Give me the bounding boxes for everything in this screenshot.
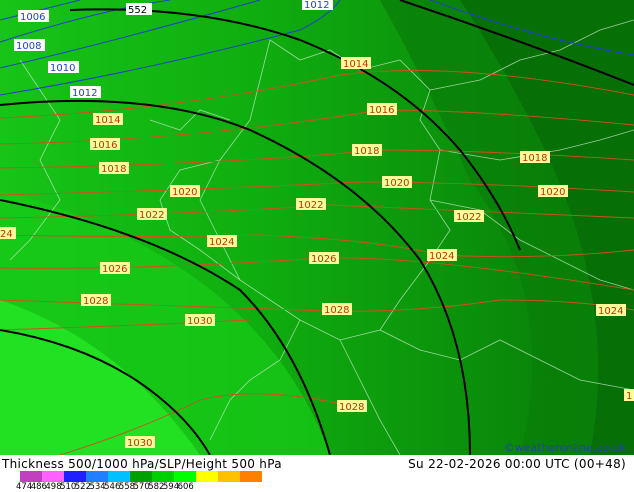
isobar-label: 1016: [367, 103, 397, 116]
svg-text:1026: 1026: [311, 254, 336, 265]
isobar-label: 1024: [207, 235, 237, 248]
colorbar-swatch: [218, 471, 240, 482]
colorbar-tick: 486: [30, 482, 47, 492]
isobar-label: 1008: [14, 39, 45, 52]
isobar-label: 1022: [137, 208, 167, 221]
colorbar-swatch: [196, 471, 218, 482]
svg-text:1022: 1022: [298, 200, 323, 211]
isobar-label: 1026: [100, 262, 130, 275]
svg-text:1016: 1016: [92, 140, 117, 151]
svg-text:1020: 1020: [384, 178, 409, 189]
isobar-label: 1024: [427, 249, 457, 262]
credit-link[interactable]: ©weatheronline.co.uk: [504, 441, 626, 454]
svg-text:1020: 1020: [172, 187, 197, 198]
map-datetime: Su 22-02-2026 00:00 UTC (00+48): [408, 457, 626, 471]
colorbar: [20, 471, 262, 482]
colorbar-tick: 558: [118, 482, 136, 492]
colorbar-swatch: [20, 471, 42, 482]
colorbar-swatch: [42, 471, 64, 482]
svg-text:1022: 1022: [139, 210, 164, 221]
colorbar-tick: 522: [74, 482, 91, 492]
svg-text:1008: 1008: [16, 41, 41, 52]
isobar-label: 1020: [382, 176, 412, 189]
isobar-label: 1030: [125, 436, 155, 449]
svg-text:1: 1: [626, 391, 632, 402]
svg-text:1022: 1022: [456, 212, 481, 223]
isobar-label: 1028: [322, 303, 352, 316]
svg-text:1028: 1028: [324, 305, 349, 316]
isobar-label: 1016: [90, 138, 120, 151]
colorbar-tick: 570: [133, 482, 150, 492]
isobar-label: 1012: [70, 86, 101, 99]
map-title: Thickness 500/1000 hPa/SLP/Height 500 hP…: [2, 457, 282, 471]
colorbar-tick: 546: [104, 482, 121, 492]
svg-text:1006: 1006: [20, 12, 45, 23]
isobar-label: 1012: [302, 0, 333, 11]
svg-text:1030: 1030: [187, 316, 212, 327]
svg-text:1014: 1014: [343, 59, 368, 70]
isobar-label: 1024: [596, 304, 626, 317]
isobar-label: 1014: [341, 57, 371, 70]
colorbar-tick: 498: [45, 482, 62, 492]
svg-text:1012: 1012: [304, 0, 329, 11]
colorbar-swatch: [108, 471, 130, 482]
svg-text:1018: 1018: [522, 153, 547, 164]
colorbar-swatch: [174, 471, 196, 482]
svg-text:1024: 1024: [598, 306, 623, 317]
isobar-label: 1028: [81, 294, 111, 307]
colorbar-tick: 606: [177, 482, 194, 492]
svg-text:1028: 1028: [83, 296, 108, 307]
isobar-label: 24: [0, 227, 16, 240]
isobar-label: 1028: [337, 400, 367, 413]
isobar-label: 1010: [48, 61, 79, 74]
isobar-label: 1022: [296, 198, 326, 211]
colorbar-swatch: [152, 471, 174, 482]
svg-text:1010: 1010: [50, 63, 75, 74]
svg-text:552: 552: [128, 5, 147, 16]
isobar-label: 1014: [93, 113, 123, 126]
colorbar-tick: 510: [60, 482, 77, 492]
colorbar-swatch: [64, 471, 86, 482]
isobar-label: 1018: [99, 162, 129, 175]
svg-text:1012: 1012: [72, 88, 97, 99]
weather-map: 1006 1008 1010 1012 1012 552 1014 1014 1…: [0, 0, 634, 455]
svg-text:1016: 1016: [369, 105, 394, 116]
isobar-label: 1026: [309, 252, 339, 265]
svg-text:1018: 1018: [101, 164, 126, 175]
svg-text:1020: 1020: [540, 187, 565, 198]
colorbar-tick: 474: [16, 482, 33, 492]
colorbar-ticks: 474 486 498 510 522 534 546 558 570 582 594 606: [16, 482, 194, 492]
svg-text:1024: 1024: [429, 251, 454, 262]
isobar-label: 1020: [538, 185, 568, 198]
svg-text:1014: 1014: [95, 115, 120, 126]
svg-text:1024: 1024: [209, 237, 234, 248]
isobar-label: 1006: [18, 10, 49, 23]
legend-footer: ©weatheronline.co.uk Thickness 500/1000 …: [0, 441, 634, 492]
colorbar-tick: 582: [148, 482, 165, 492]
colorbar-swatch: [130, 471, 152, 482]
svg-text:1030: 1030: [127, 438, 152, 449]
isobar-label: 1018: [520, 151, 550, 164]
svg-text:1018: 1018: [354, 146, 379, 157]
isobar-label: 1030: [185, 314, 215, 327]
isobar-label: 1022: [454, 210, 484, 223]
colorbar-tick: 534: [89, 482, 106, 492]
isobar-label: 1020: [170, 185, 200, 198]
svg-text:24: 24: [0, 229, 13, 240]
isobar-label: 1018: [352, 144, 382, 157]
svg-text:1028: 1028: [339, 402, 364, 413]
svg-text:1026: 1026: [102, 264, 127, 275]
height-label: 552: [126, 3, 152, 16]
isobar-label: 1: [624, 389, 634, 402]
colorbar-tick: 594: [162, 482, 180, 492]
colorbar-swatch: [240, 471, 262, 482]
colorbar-swatch: [86, 471, 108, 482]
